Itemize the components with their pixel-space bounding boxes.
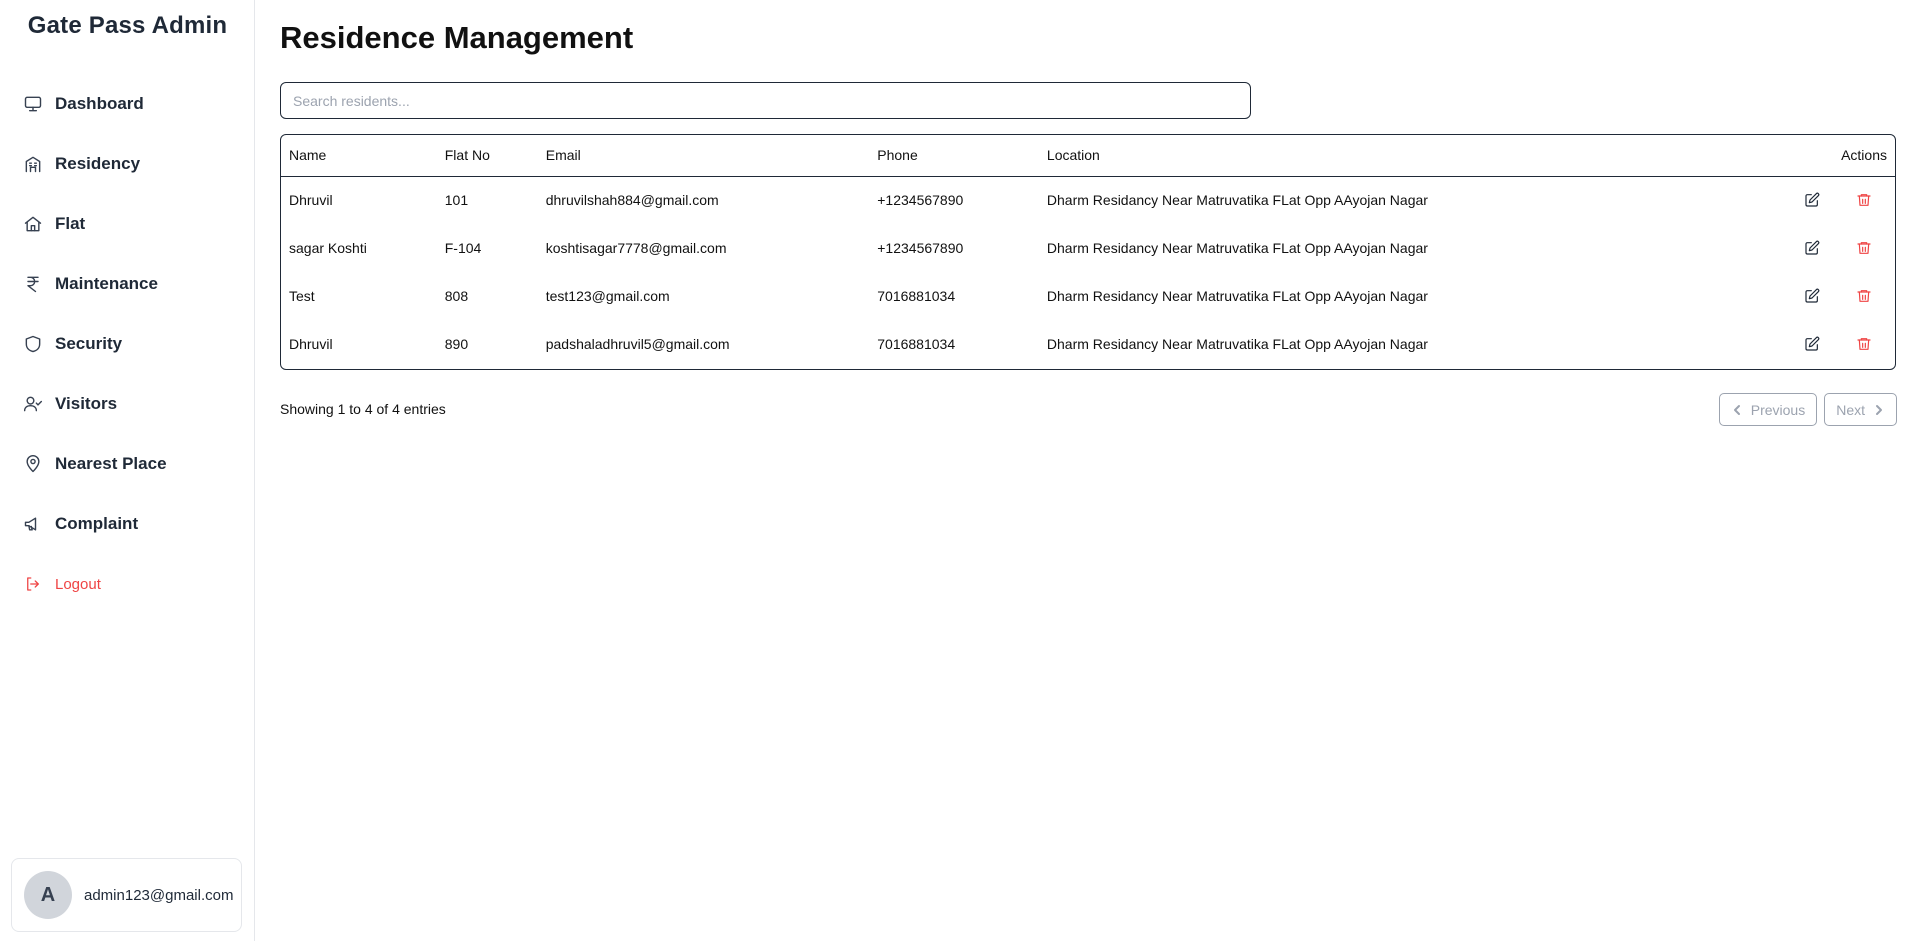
- sidebar-nav: Dashboard Residency Flat Maintenance Sec…: [0, 74, 255, 554]
- cell-location: Dharm Residancy Near Matruvatika FLat Op…: [1046, 192, 1428, 209]
- megaphone-icon: [22, 513, 44, 535]
- logout-button[interactable]: Logout: [0, 568, 255, 600]
- cell-name: sagar Koshti: [289, 240, 367, 256]
- sidebar-item-maintenance[interactable]: Maintenance: [0, 254, 255, 314]
- home-icon: [22, 213, 44, 235]
- sidebar-item-nearest-place[interactable]: Nearest Place: [0, 434, 255, 494]
- column-header-phone: Phone: [877, 147, 918, 164]
- sidebar-item-visitors[interactable]: Visitors: [0, 374, 255, 434]
- avatar: A: [24, 871, 72, 919]
- sidebar-item-residency[interactable]: Residency: [0, 134, 255, 194]
- chevron-left-icon: [1733, 404, 1740, 415]
- previous-button[interactable]: Previous: [1718, 393, 1818, 426]
- sidebar-item-complaint[interactable]: Complaint: [0, 494, 255, 554]
- cell-flat: 101: [444, 192, 469, 209]
- cell-email: padshaladhruvil5@gmail.com: [545, 336, 730, 352]
- sidebar-item-label: Nearest Place: [55, 454, 167, 473]
- logout-icon: [22, 573, 44, 595]
- previous-label: Previous: [1750, 401, 1806, 418]
- cell-name: Dhruvil: [289, 192, 333, 209]
- table-row: Dhruvil 101 dhruvilshah884@gmail.com +12…: [281, 176, 1895, 224]
- sidebar-item-label: Visitors: [55, 394, 118, 413]
- map-pin-icon: [22, 453, 44, 475]
- column-header-email: Email: [545, 147, 581, 164]
- edit-icon[interactable]: [1801, 333, 1823, 355]
- page-title: Residence Management: [280, 20, 634, 55]
- cell-flat: 890: [444, 336, 469, 352]
- column-header-flat: Flat No: [444, 147, 490, 164]
- user-card[interactable]: A admin123@gmail.com: [11, 858, 242, 932]
- sidebar-item-label: Security: [55, 334, 123, 353]
- cell-phone: 7016881034: [877, 336, 956, 352]
- cell-phone: 7016881034: [877, 288, 956, 304]
- entries-summary: Showing 1 to 4 of 4 entries: [280, 401, 446, 417]
- table-row: Dhruvil 890 padshaladhruvil5@gmail.com 7…: [281, 320, 1895, 368]
- column-header-name: Name: [289, 147, 327, 164]
- sidebar-item-dashboard[interactable]: Dashboard: [0, 74, 255, 134]
- sidebar-item-flat[interactable]: Flat: [0, 194, 255, 254]
- sidebar: Gate Pass Admin Dashboard Residency Flat…: [0, 0, 255, 941]
- rupee-icon: [22, 273, 44, 295]
- cell-email: dhruvilshah884@gmail.com: [545, 192, 719, 209]
- next-button[interactable]: Next: [1824, 393, 1897, 426]
- column-header-location: Location: [1046, 147, 1100, 164]
- table-row: sagar Koshti F-104 koshtisagar7778@gmail…: [281, 224, 1895, 272]
- cell-name: Test: [289, 288, 315, 304]
- search-input[interactable]: [280, 82, 1251, 119]
- table-row: Test 808 test123@gmail.com 7016881034 Dh…: [281, 272, 1895, 320]
- cell-phone: +1234567890: [877, 192, 964, 209]
- cell-email: koshtisagar7778@gmail.com: [545, 240, 727, 256]
- app-brand: Gate Pass Admin: [27, 12, 228, 39]
- sidebar-item-label: Residency: [55, 154, 141, 173]
- sidebar-item-label: Maintenance: [55, 274, 158, 293]
- residents-table: Name Flat No Email Phone Location Action…: [280, 134, 1896, 370]
- building-icon: [22, 153, 44, 175]
- edit-icon[interactable]: [1801, 189, 1823, 211]
- cell-name: Dhruvil: [289, 336, 333, 352]
- edit-icon[interactable]: [1801, 285, 1823, 307]
- cell-location: Dharm Residancy Near Matruvatika FLat Op…: [1046, 336, 1428, 352]
- trash-icon[interactable]: [1853, 237, 1875, 259]
- cell-location: Dharm Residancy Near Matruvatika FLat Op…: [1046, 288, 1428, 304]
- sidebar-item-security[interactable]: Security: [0, 314, 255, 374]
- sidebar-item-label: Dashboard: [55, 94, 144, 113]
- shield-icon: [22, 333, 44, 355]
- user-email: admin123@gmail.com: [84, 886, 234, 904]
- next-label: Next: [1836, 401, 1865, 418]
- cell-flat: 808: [444, 288, 469, 304]
- cell-actions: [1763, 272, 1895, 320]
- chevron-right-icon: [1876, 404, 1882, 415]
- sidebar-item-label: Complaint: [55, 514, 139, 533]
- user-check-icon: [22, 393, 44, 415]
- trash-icon[interactable]: [1853, 285, 1875, 307]
- sidebar-item-label: Flat: [55, 214, 86, 233]
- cell-actions: [1763, 176, 1895, 224]
- trash-icon[interactable]: [1853, 333, 1875, 355]
- table-header-row: Name Flat No Email Phone Location Action…: [281, 135, 1895, 176]
- column-header-actions: Actions: [1841, 147, 1887, 164]
- cell-flat: F-104: [444, 240, 482, 256]
- cell-location: Dharm Residancy Near Matruvatika FLat Op…: [1046, 240, 1428, 256]
- cell-actions: [1763, 320, 1895, 368]
- trash-icon[interactable]: [1853, 189, 1875, 211]
- cell-phone: +1234567890: [877, 240, 964, 256]
- monitor-icon: [22, 93, 44, 115]
- cell-email: test123@gmail.com: [545, 288, 670, 304]
- edit-icon[interactable]: [1801, 237, 1823, 259]
- pagination: Previous Next: [1718, 393, 1897, 426]
- logout-label: Logout: [55, 575, 101, 593]
- cell-actions: [1763, 224, 1895, 272]
